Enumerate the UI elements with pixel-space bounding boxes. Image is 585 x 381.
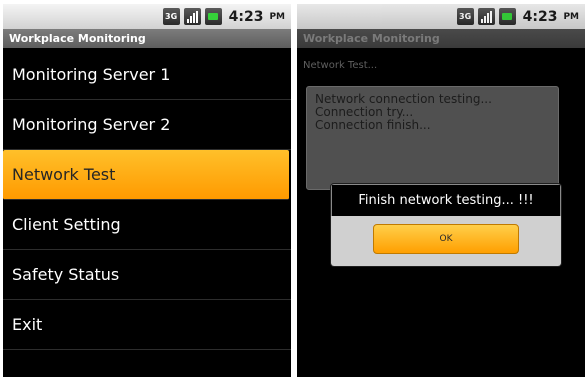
- menu-item-exit[interactable]: Exit: [3, 300, 291, 350]
- 3g-icon: 3G: [162, 8, 180, 25]
- network-log: Network connection testing... Connection…: [306, 86, 559, 190]
- menu-screen: 3G 4:23 PM Workplace Monitoring Monitori…: [3, 4, 291, 377]
- battery-icon: [204, 8, 222, 25]
- signal-icon: [477, 8, 495, 25]
- ok-button[interactable]: OK: [373, 224, 519, 254]
- clock-time: 4:23: [228, 8, 264, 25]
- clock-ampm: PM: [563, 11, 579, 22]
- menu-item-monitoring-server-2[interactable]: Monitoring Server 2: [3, 100, 291, 150]
- app-title: Workplace Monitoring: [3, 29, 291, 48]
- signal-icon: [183, 8, 201, 25]
- finish-dialog: Finish network testing... !!! OK: [331, 184, 561, 266]
- menu-item-safety-status[interactable]: Safety Status: [3, 250, 291, 300]
- menu-item-client-setting[interactable]: Client Setting: [3, 200, 291, 250]
- status-bar: 3G 4:23 PM: [3, 4, 291, 29]
- dialog-footer: OK: [331, 216, 561, 266]
- menu-item-monitoring-server-1[interactable]: Monitoring Server 1: [3, 50, 291, 100]
- 3g-icon: 3G: [456, 8, 474, 25]
- log-line: Connection finish...: [315, 118, 431, 132]
- dialog-message: Finish network testing... !!!: [331, 184, 561, 216]
- clock-ampm: PM: [269, 11, 285, 22]
- clock-time: 4:23: [522, 8, 558, 25]
- status-bar: 3G 4:23 PM: [297, 4, 585, 29]
- menu-item-network-test[interactable]: Network Test: [3, 150, 289, 200]
- battery-icon: [498, 8, 516, 25]
- app-title: Workplace Monitoring: [297, 29, 585, 48]
- page-subtitle: Network Test...: [303, 60, 378, 71]
- network-test-screen: 3G 4:23 PM Workplace Monitoring Network …: [297, 4, 585, 377]
- main-menu: Monitoring Server 1 Monitoring Server 2 …: [3, 50, 291, 350]
